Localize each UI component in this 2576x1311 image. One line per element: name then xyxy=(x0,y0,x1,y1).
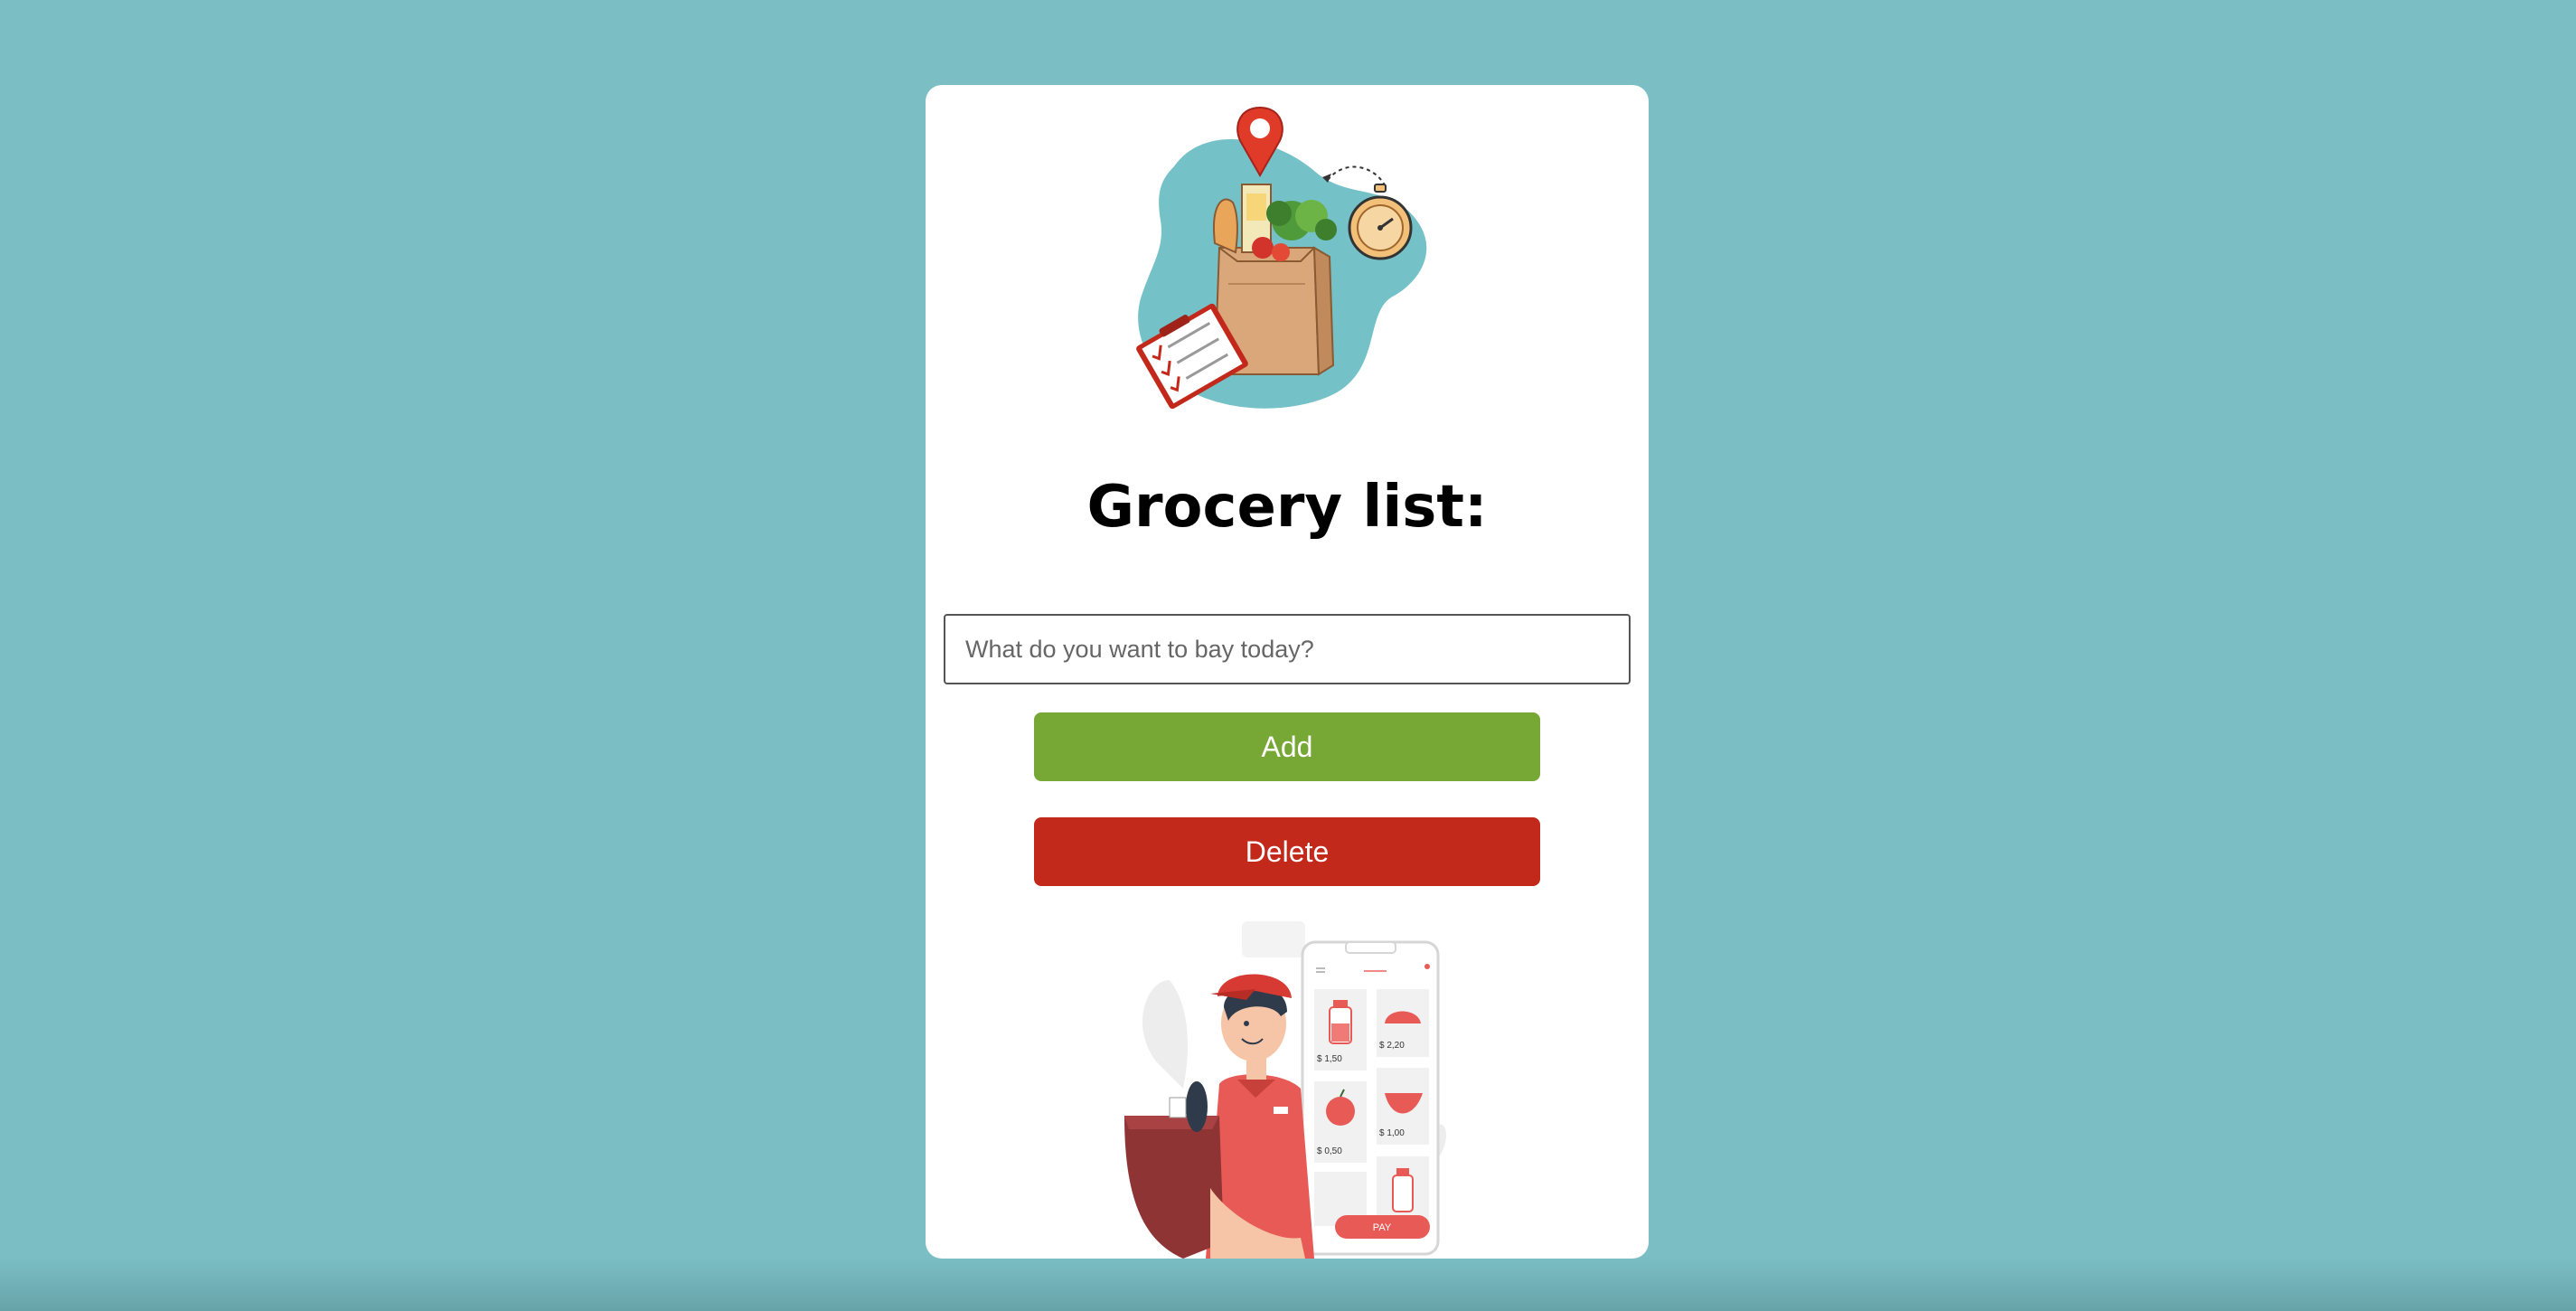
phone-price-label: $ 0,50 xyxy=(1317,1146,1342,1156)
phone-price-label: $ 1,50 xyxy=(1317,1054,1342,1064)
phone-price-label: $ 2,20 xyxy=(1379,1041,1405,1051)
grocery-card: Grocery list: Add Delete xyxy=(926,85,1649,1259)
page-title: Grocery list: xyxy=(1086,474,1488,541)
grocery-bag-illustration xyxy=(1136,106,1427,410)
page-background: Grocery list: Add Delete xyxy=(0,0,2576,1311)
delete-button[interactable]: Delete xyxy=(1034,817,1540,886)
delivery-person-illustration: $ 1,50 $ 2,20 $ 0,50 $ 1,00 PAY xyxy=(1124,921,1446,1259)
phone-pay-label: PAY xyxy=(1373,1222,1392,1233)
grocery-item-input[interactable] xyxy=(944,614,1631,684)
add-button[interactable]: Add xyxy=(1034,712,1540,781)
bottom-shadow xyxy=(0,1257,2576,1311)
phone-price-label: $ 1,00 xyxy=(1379,1128,1405,1138)
